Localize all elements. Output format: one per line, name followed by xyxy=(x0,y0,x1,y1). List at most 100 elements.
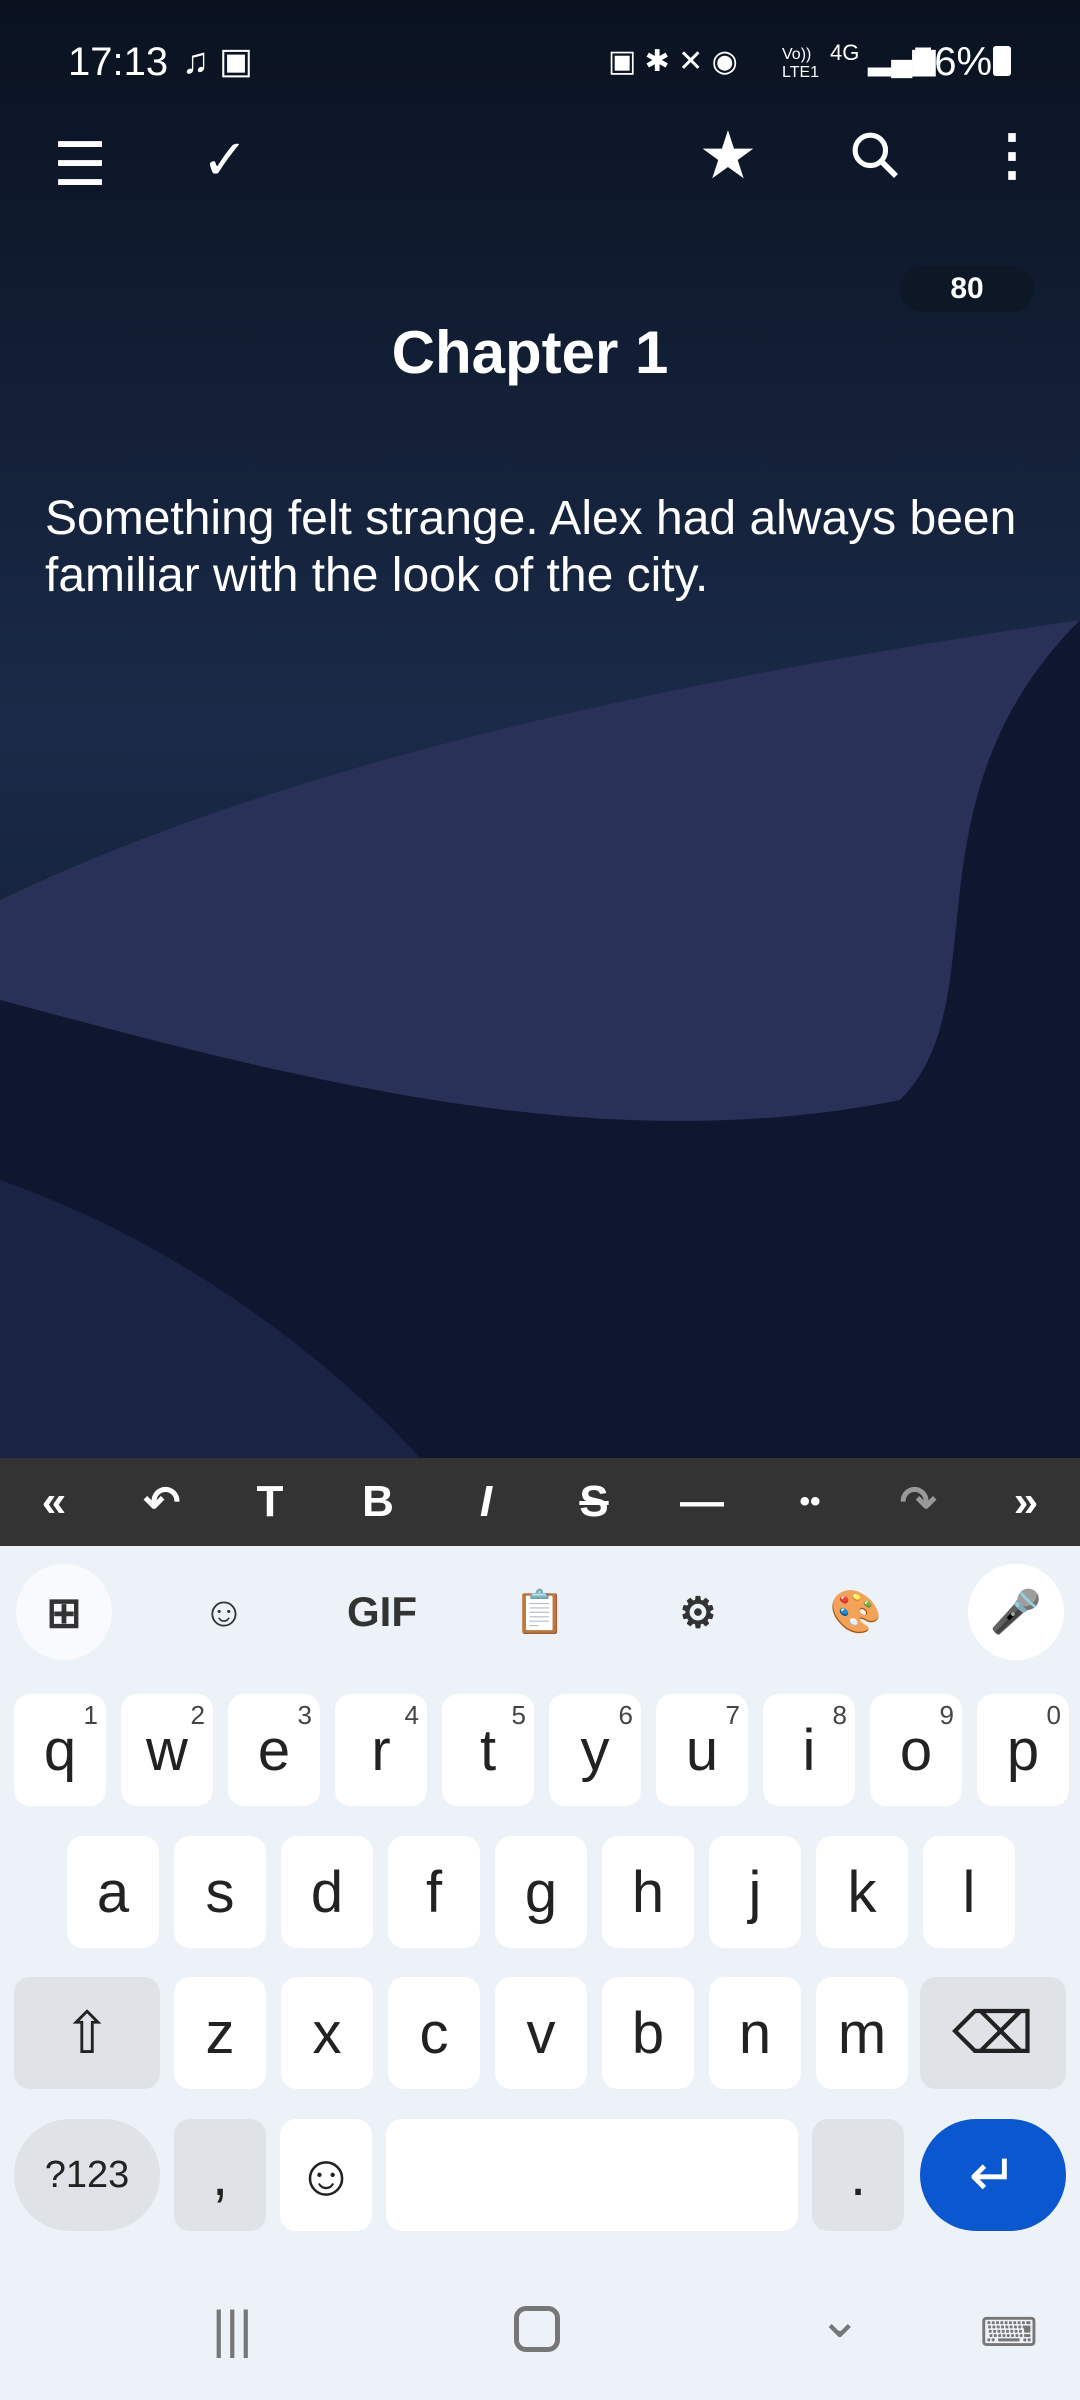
check-icon[interactable]: ✓ xyxy=(185,120,265,200)
key-label: r xyxy=(371,1717,391,1783)
comma-key[interactable]: , xyxy=(174,2119,266,2231)
strikethrough-icon[interactable]: S xyxy=(554,1477,634,1527)
key-j[interactable]: j xyxy=(709,1836,801,1948)
key-k[interactable]: k xyxy=(816,1836,908,1948)
sticker-icon[interactable]: ☺ xyxy=(176,1564,272,1660)
key-label: e xyxy=(257,1717,291,1783)
key-label: t xyxy=(479,1717,497,1783)
key-label: q xyxy=(43,1717,77,1783)
key-label: c xyxy=(419,2000,449,2066)
key-label: f xyxy=(425,1859,443,1925)
microphone-icon[interactable]: 🎤 xyxy=(968,1564,1064,1660)
key-v[interactable]: v xyxy=(495,1977,587,2089)
key-l[interactable]: l xyxy=(923,1836,1015,1948)
key-label: p xyxy=(1006,1717,1040,1783)
key-label: h xyxy=(631,1859,665,1925)
document-body[interactable]: Something felt strange. Alex had always … xyxy=(45,490,1045,604)
shift-key[interactable]: ⇧ xyxy=(14,1977,160,2089)
star-icon[interactable]: ★ xyxy=(688,115,768,195)
redo-icon[interactable]: ↷ xyxy=(878,1477,958,1528)
menu-icon[interactable]: ☰ xyxy=(40,125,120,205)
key-label: y xyxy=(580,1717,610,1783)
key-x[interactable]: x xyxy=(281,1977,373,2089)
key-label: o xyxy=(899,1717,933,1783)
search-icon[interactable] xyxy=(835,115,915,195)
battery-percent: 56% xyxy=(912,40,993,84)
key-s[interactable]: s xyxy=(174,1836,266,1948)
format-toolbar: « ↶ T B I S — •• ↷ » xyxy=(0,1458,1080,1546)
key-label: m xyxy=(837,2000,887,2066)
key-f[interactable]: f xyxy=(388,1836,480,1948)
key-label: l xyxy=(962,1859,976,1925)
key-w[interactable]: w2 xyxy=(121,1694,213,1806)
enter-key[interactable]: ↵ xyxy=(920,2119,1066,2231)
network-type: 4G xyxy=(830,40,860,65)
more-format-icon[interactable]: •• xyxy=(770,1485,850,1519)
undo-icon[interactable]: ↶ xyxy=(122,1477,202,1528)
recent-apps-button[interactable]: ||| xyxy=(212,2300,253,2360)
status-system-icons: ▣ ✱ ✕ ◉ xyxy=(608,45,738,78)
key-r[interactable]: r4 xyxy=(335,1694,427,1806)
key-b[interactable]: b xyxy=(602,1977,694,2089)
symbols-key[interactable]: ?123 xyxy=(14,2119,160,2231)
key-h[interactable]: h xyxy=(602,1836,694,1948)
key-label: a xyxy=(96,1859,130,1925)
key-label: j xyxy=(748,1859,762,1925)
emoji-key[interactable]: ☺ xyxy=(280,2119,372,2231)
wallpaper-background xyxy=(0,0,1080,1458)
key-label: s xyxy=(205,1859,235,1925)
key-hint: 5 xyxy=(511,1700,526,1730)
settings-icon[interactable]: ⚙ xyxy=(650,1564,746,1660)
status-time: 17:13 xyxy=(68,40,169,84)
key-hint: 7 xyxy=(725,1700,740,1730)
key-label: g xyxy=(524,1859,558,1925)
key-hint: 8 xyxy=(832,1700,847,1730)
bold-icon[interactable]: B xyxy=(338,1477,418,1527)
status-notification-icons: ♫ ▣ xyxy=(182,40,254,81)
divider-icon[interactable]: — xyxy=(662,1477,742,1527)
key-label: v xyxy=(526,2000,556,2066)
backspace-key[interactable]: ⌫ xyxy=(920,1977,1066,2089)
key-label: u xyxy=(685,1717,719,1783)
key-hint: 4 xyxy=(404,1700,419,1730)
key-t[interactable]: t5 xyxy=(442,1694,534,1806)
italic-icon[interactable]: I xyxy=(446,1477,526,1527)
keyboard-switch-icon[interactable]: ⌨ xyxy=(980,2310,1038,2356)
key-n[interactable]: n xyxy=(709,1977,801,2089)
gif-button[interactable]: GIF xyxy=(334,1564,430,1660)
scroll-right-icon[interactable]: » xyxy=(986,1477,1066,1527)
scroll-left-icon[interactable]: « xyxy=(14,1477,94,1527)
key-label: x xyxy=(312,2000,342,2066)
key-c[interactable]: c xyxy=(388,1977,480,2089)
key-hint: 2 xyxy=(190,1700,205,1730)
chapter-title[interactable]: Chapter 1 xyxy=(0,318,1060,387)
clipboard-icon[interactable]: 📋 xyxy=(492,1564,588,1660)
key-m[interactable]: m xyxy=(816,1977,908,2089)
key-y[interactable]: y6 xyxy=(549,1694,641,1806)
key-z[interactable]: z xyxy=(174,1977,266,2089)
key-hint: 9 xyxy=(939,1700,954,1730)
key-label: w xyxy=(146,1717,188,1783)
key-a[interactable]: a xyxy=(67,1836,159,1948)
key-g[interactable]: g xyxy=(495,1836,587,1948)
more-vert-icon[interactable]: ⋮ xyxy=(972,115,1052,195)
key-label: n xyxy=(738,2000,772,2066)
heading-icon[interactable]: T xyxy=(230,1477,310,1527)
volte-indicator: Vo)) LTE1 xyxy=(782,46,820,81)
key-label: k xyxy=(847,1859,877,1925)
key-e[interactable]: e3 xyxy=(228,1694,320,1806)
key-d[interactable]: d xyxy=(281,1836,373,1948)
period-key[interactable]: . xyxy=(812,2119,904,2231)
key-u[interactable]: u7 xyxy=(656,1694,748,1806)
back-button[interactable]: ⌄ xyxy=(818,2290,862,2350)
space-bar[interactable] xyxy=(386,2119,798,2231)
home-button[interactable] xyxy=(514,2306,560,2352)
apps-grid-icon[interactable]: ⊞ xyxy=(16,1564,112,1660)
key-i[interactable]: i8 xyxy=(763,1694,855,1806)
word-count-badge: 80 xyxy=(900,266,1034,312)
key-o[interactable]: o9 xyxy=(870,1694,962,1806)
key-hint: 1 xyxy=(83,1700,98,1730)
theme-palette-icon[interactable]: 🎨 xyxy=(808,1564,904,1660)
key-q[interactable]: q1 xyxy=(14,1694,106,1806)
key-p[interactable]: p0 xyxy=(977,1694,1069,1806)
